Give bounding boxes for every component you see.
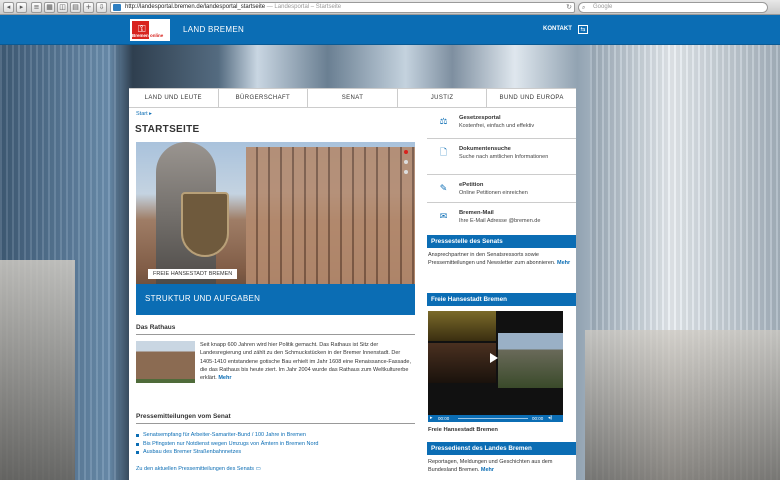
site-header: ⚿ Bremen online LAND BREMEN KONTAKT ⇆ bbox=[0, 15, 780, 45]
pressedienst-more-link[interactable]: Mehr bbox=[481, 467, 494, 473]
bremen-online-logo[interactable]: ⚿ Bremen online bbox=[130, 19, 170, 41]
sidebar-toggle-button[interactable]: ≡ bbox=[31, 2, 42, 13]
hero-shield-image bbox=[181, 192, 229, 257]
main-navigation: LAND UND LEUTE BÜRGERSCHAFT SENAT JUSTIZ… bbox=[129, 88, 576, 108]
pressestelle-more-link[interactable]: Mehr bbox=[557, 260, 570, 266]
breadcrumb[interactable]: Start ▸ bbox=[136, 111, 152, 117]
favicon-icon bbox=[113, 4, 121, 11]
nav-item-senat[interactable]: SENAT bbox=[308, 89, 398, 107]
forward-button[interactable]: ▸ bbox=[16, 2, 27, 13]
video-player[interactable]: ▸ 00:00 00:00 ◂) bbox=[428, 311, 563, 422]
tabs-button[interactable]: ◫ bbox=[57, 2, 68, 13]
slider-dots bbox=[404, 150, 408, 180]
hero-caption-link[interactable]: STRUKTUR UND AUFGABEN bbox=[136, 284, 415, 315]
pressestelle-heading[interactable]: Pressestelle des Senats bbox=[427, 235, 576, 248]
rathaus-more-link[interactable]: Mehr bbox=[218, 375, 231, 381]
service-epetition[interactable]: ✎ ePetition Online Petitionen einreichen bbox=[427, 175, 576, 203]
video-total-time: 00:00 bbox=[532, 416, 544, 421]
right-column: ⚖ Gesetzesportal Kostenfrei, einfach und… bbox=[427, 108, 576, 306]
content-panel: LAND UND LEUTE BÜRGERSCHAFT SENAT JUSTIZ… bbox=[129, 88, 576, 480]
slider-dot-1[interactable] bbox=[404, 150, 408, 154]
contact-link[interactable]: KONTAKT bbox=[543, 26, 572, 32]
press-item[interactable]: Bis Pfingsten nur Notdienst wegen Umzugs… bbox=[136, 440, 318, 449]
press-heading: Pressemitteilungen vom Senat bbox=[136, 413, 231, 420]
site-name[interactable]: LAND BREMEN bbox=[183, 25, 244, 34]
play-small-icon[interactable]: ▸ bbox=[430, 415, 433, 422]
download-button[interactable]: ⇩ bbox=[96, 2, 107, 13]
logo-text-left: Bremen bbox=[132, 33, 149, 38]
video-heading[interactable]: Freie Hansestadt Bremen bbox=[427, 293, 576, 306]
scales-icon: ⚖ bbox=[439, 117, 448, 127]
video-thumbnail bbox=[428, 343, 496, 383]
bookmarks-button[interactable]: ▤ bbox=[70, 2, 81, 13]
document-icon: 🗋 bbox=[439, 148, 448, 158]
press-item[interactable]: Ausbau des Bremer Straßenbahnnetzes bbox=[136, 448, 318, 457]
slider-dot-3[interactable] bbox=[404, 170, 408, 174]
address-bar[interactable]: http://landesportal.bremen.de/landesport… bbox=[110, 2, 575, 13]
search-placeholder: Google bbox=[593, 4, 613, 10]
share-button[interactable]: + bbox=[83, 2, 94, 13]
video-progress-track[interactable] bbox=[458, 418, 528, 419]
nav-item-justiz[interactable]: JUSTIZ bbox=[398, 89, 488, 107]
tab-title: — Landesportal – Startseite bbox=[266, 4, 342, 10]
page-title: STARTSEITE bbox=[135, 124, 200, 135]
service-dokumentensuche[interactable]: 🗋 Dokumentensuche Suche nach amtlichen I… bbox=[427, 139, 576, 175]
divider bbox=[136, 334, 415, 335]
pressestelle-box: Pressestelle des Senats Ansprechpartner … bbox=[427, 235, 576, 293]
contact-icon[interactable]: ⇆ bbox=[578, 25, 588, 34]
video-caption: Freie Hansestadt Bremen bbox=[428, 427, 498, 433]
divider bbox=[136, 423, 415, 424]
rathaus-heading: Das Rathaus bbox=[136, 324, 176, 331]
pen-icon: ✎ bbox=[439, 184, 448, 194]
pressestelle-text: Ansprechpartner in den Senatsressorts so… bbox=[428, 252, 571, 266]
pressedienst-heading[interactable]: Pressedienst des Landes Bremen bbox=[427, 442, 576, 455]
rathaus-image[interactable] bbox=[136, 341, 195, 383]
video-current-time: 00:00 bbox=[438, 416, 450, 421]
pressedienst-box: Pressedienst des Landes Bremen Reportage… bbox=[427, 442, 576, 477]
pressedienst-text: Reportagen, Meldungen und Geschichten au… bbox=[428, 459, 553, 473]
rathaus-text: Seit knapp 600 Jahren wird hier Politik … bbox=[200, 342, 411, 382]
grid-view-button[interactable]: ▦ bbox=[44, 2, 55, 13]
hero-building-image bbox=[246, 147, 415, 287]
search-input[interactable]: ⌕ Google bbox=[578, 2, 768, 13]
volume-icon[interactable]: ◂) bbox=[548, 415, 552, 422]
nav-item-buergerschaft[interactable]: BÜRGERSCHAFT bbox=[219, 89, 309, 107]
press-item[interactable]: Senatsempfang für Arbeiter-Samariter-Bun… bbox=[136, 431, 318, 440]
service-gesetzesportal[interactable]: ⚖ Gesetzesportal Kostenfrei, einfach und… bbox=[427, 108, 576, 139]
back-button[interactable]: ◂ bbox=[3, 2, 14, 13]
press-list: Senatsempfang für Arbeiter-Samariter-Bun… bbox=[136, 431, 318, 457]
nav-item-land-und-leute[interactable]: LAND UND LEUTE bbox=[129, 89, 219, 107]
logo-text-right: online bbox=[150, 33, 164, 38]
search-icon: ⌕ bbox=[582, 4, 586, 11]
url-text: http://landesportal.bremen.de/landesport… bbox=[125, 4, 266, 10]
browser-toolbar: ◂ ▸ ≡ ▦ ◫ ▤ + ⇩ http://landesportal.brem… bbox=[0, 0, 780, 15]
video-thumbnail bbox=[428, 311, 496, 341]
reload-icon[interactable]: ↻ bbox=[566, 3, 572, 12]
hero-slider[interactable]: FREIE HANSESTADT BREMEN STRUKTUR UND AUF… bbox=[136, 142, 415, 315]
mail-icon: ✉ bbox=[439, 212, 448, 222]
external-link-icon: ▭ bbox=[255, 466, 261, 472]
press-more-link[interactable]: Zu den aktuellen Pressemitteilungen des … bbox=[136, 466, 261, 472]
video-thumbnail bbox=[498, 333, 563, 388]
slider-dot-2[interactable] bbox=[404, 160, 408, 164]
video-controls: ▸ 00:00 00:00 ◂) bbox=[428, 415, 563, 422]
service-bremen-mail[interactable]: ✉ Bremen-Mail Ihre E-Mail Adresse @breme… bbox=[427, 203, 576, 233]
play-icon[interactable] bbox=[490, 353, 498, 363]
hero-tag: FREIE HANSESTADT BREMEN bbox=[148, 269, 238, 279]
video-box: Freie Hansestadt Bremen bbox=[427, 293, 576, 306]
nav-item-bund-und-europa[interactable]: BUND UND EUROPA bbox=[487, 89, 576, 107]
